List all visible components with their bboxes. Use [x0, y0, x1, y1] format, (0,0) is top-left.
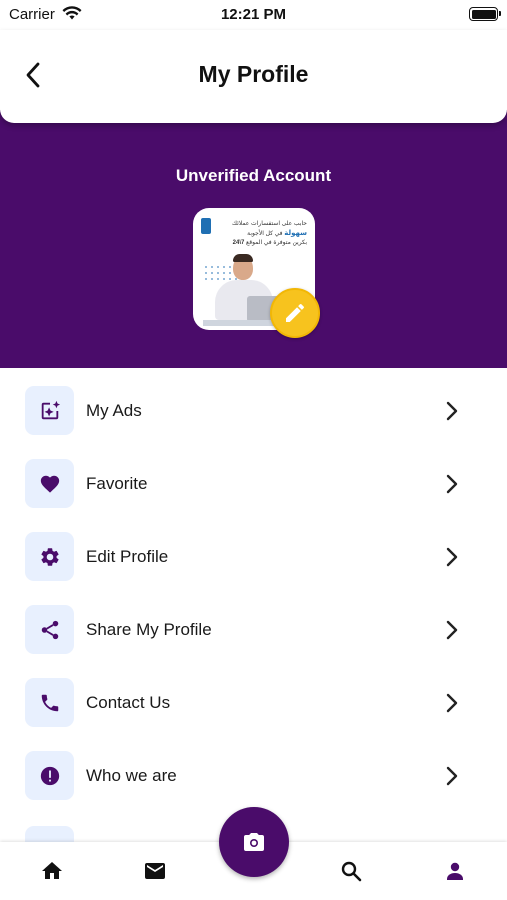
- menu-item-contact-us[interactable]: Contact Us: [0, 666, 507, 727]
- account-status-label: Unverified Account: [175, 166, 332, 185]
- menu-item-my-ads[interactable]: My Ads: [0, 374, 507, 435]
- profile-banner: Unverified Account حابب على استفسارات عم…: [0, 110, 507, 368]
- avatar-ad-text: حابب على استفسارات عملائك سهولة في كل ال…: [232, 221, 307, 246]
- chevron-right-icon: [446, 620, 458, 640]
- tab-search[interactable]: [338, 858, 364, 884]
- page-title: My Profile: [198, 61, 309, 87]
- mail-icon: [145, 863, 165, 879]
- chevron-right-icon: [446, 401, 458, 421]
- menu-item-partial[interactable]: [25, 826, 74, 842]
- gear-icon: [40, 547, 59, 566]
- chevron-right-icon: [446, 474, 458, 494]
- menu-item-share-profile[interactable]: Share My Profile: [0, 593, 507, 654]
- battery-icon: [469, 7, 501, 21]
- chevron-right-icon: [446, 547, 458, 567]
- search-icon: [341, 861, 362, 882]
- menu-item-label: Who we are: [86, 766, 177, 785]
- profile-icon: [447, 862, 463, 880]
- menu-item-label: My Ads: [86, 401, 142, 420]
- menu-item-label: Contact Us: [86, 693, 171, 712]
- share-icon: [41, 620, 58, 639]
- info-exclamation-icon: [40, 766, 59, 785]
- chevron-right-icon: [446, 693, 458, 713]
- heart-icon: [40, 475, 59, 493]
- tab-messages[interactable]: [142, 858, 168, 884]
- menu-item-label: Favorite: [86, 474, 148, 493]
- home-icon: [42, 862, 62, 879]
- camera-button[interactable]: [219, 807, 289, 877]
- status-bar: Carrier 12:21 PM: [0, 0, 507, 30]
- tab-home[interactable]: [39, 858, 65, 884]
- chevron-right-icon: [446, 766, 458, 786]
- pencil-icon: [286, 303, 305, 322]
- menu-item-label: Share My Profile: [86, 620, 212, 639]
- ad-sparkle-icon: [41, 400, 60, 419]
- camera-icon: [244, 833, 264, 851]
- logo-mark: [201, 218, 211, 234]
- menu-item-edit-profile[interactable]: Edit Profile: [0, 520, 507, 581]
- menu-item-who-we-are[interactable]: Who we are: [0, 739, 507, 800]
- menu-item-label: Edit Profile: [86, 547, 169, 566]
- clock: 12:21 PM: [220, 6, 287, 23]
- app-header: My Profile: [0, 30, 507, 123]
- tab-profile[interactable]: [442, 858, 468, 884]
- phone-icon: [41, 694, 58, 711]
- menu-item-favorite[interactable]: Favorite: [0, 447, 507, 508]
- edit-avatar-button[interactable]: [270, 288, 320, 338]
